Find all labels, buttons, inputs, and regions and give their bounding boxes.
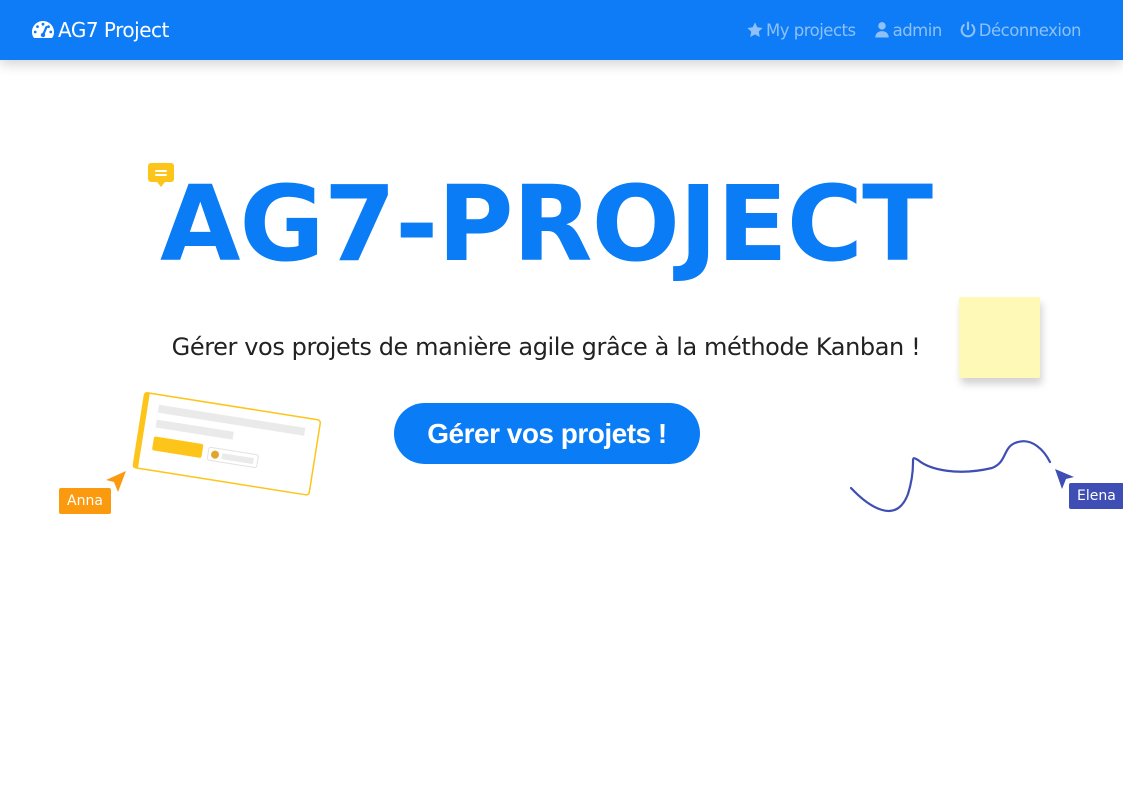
nav-link-admin[interactable]: admin [873, 21, 942, 40]
power-icon [960, 21, 976, 38]
cursor-label-anna: Anna [59, 488, 111, 514]
star-icon [747, 22, 763, 37]
hero-subtitle: Gérer vos projets de manière agile grâce… [171, 333, 921, 361]
nav-link-label: My projects [765, 20, 856, 40]
top-navbar: AG7 Project My projects admin Déconnexio… [0, 0, 1123, 60]
nav-link-my-projects[interactable]: My projects [746, 21, 856, 40]
manage-projects-button[interactable]: Gérer vos projets ! [394, 403, 700, 464]
squiggle-line [849, 440, 1052, 512]
nav-link-logout[interactable]: Déconnexion [959, 20, 1082, 40]
cursor-label-elena: Elena [1069, 483, 1123, 509]
kanban-card-illustration [132, 392, 322, 496]
tachometer-icon [32, 21, 54, 38]
brand-label: AG7 Project [58, 18, 169, 42]
nav-link-label: admin [892, 20, 943, 40]
nav-link-label: Déconnexion [978, 20, 1082, 40]
user-icon [874, 22, 889, 38]
nav-links: My projects admin Déconnexion [746, 0, 1082, 60]
page-title: AG7-PROJECT [159, 163, 933, 285]
brand-link[interactable]: AG7 Project [31, 0, 169, 60]
